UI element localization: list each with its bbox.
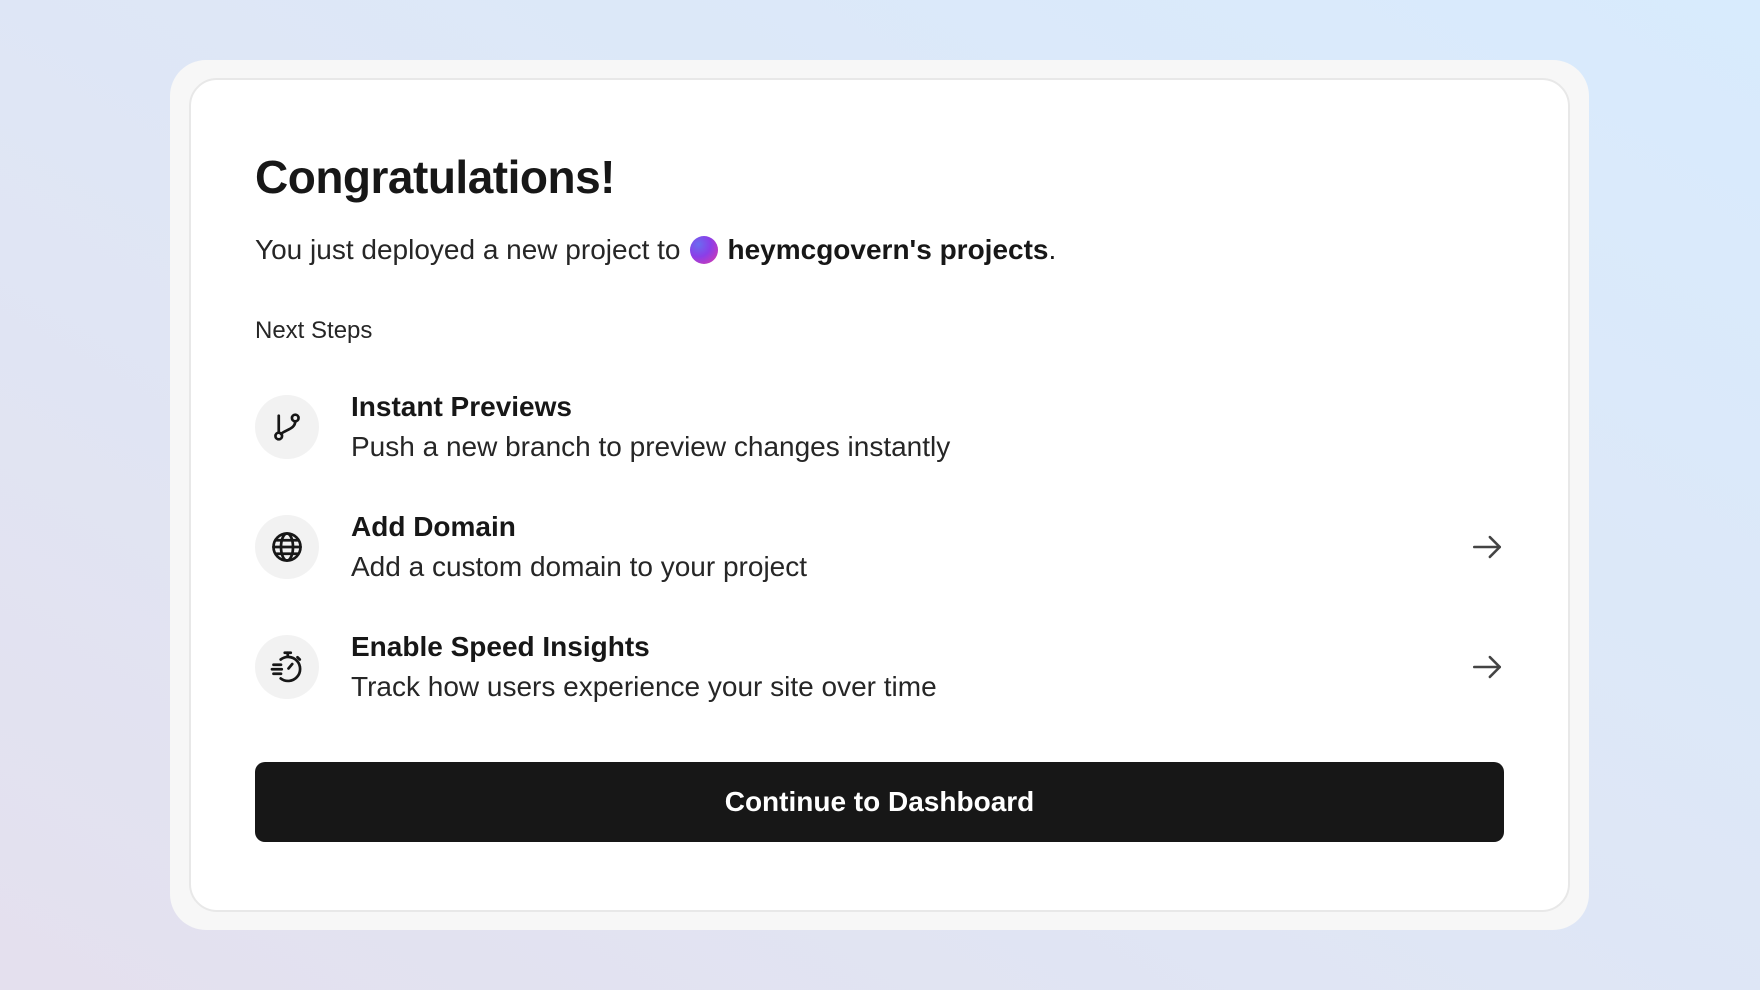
speed-stopwatch-icon [255, 635, 319, 699]
step-text: Instant Previews Push a new branch to pr… [351, 389, 950, 465]
step-title: Add Domain [351, 511, 516, 542]
git-branch-icon [255, 395, 319, 459]
step-description: Push a new branch to preview changes ins… [351, 431, 951, 462]
step-add-domain[interactable]: Add Domain Add a custom domain to your p… [255, 498, 1504, 596]
globe-icon [255, 515, 319, 579]
continue-to-dashboard-button[interactable]: Continue to Dashboard [255, 762, 1504, 842]
arrow-right-icon[interactable] [1470, 650, 1504, 684]
step-text: Enable Speed Insights Track how users ex… [351, 629, 937, 705]
step-instant-previews[interactable]: Instant Previews Push a new branch to pr… [255, 378, 1504, 476]
next-steps-heading: Next Steps [255, 317, 373, 344]
team-avatar [690, 236, 719, 264]
deploy-message: You just deployed a new project to heymc… [255, 232, 1504, 268]
arrow-right-icon[interactable] [1470, 530, 1504, 564]
modal-frame: Congratulations! You just deployed a new… [170, 60, 1589, 930]
next-steps-list: Instant Previews Push a new branch to pr… [255, 378, 1504, 716]
step-description: Add a custom domain to your project [351, 551, 808, 582]
team-name: heymcgovern's projects [727, 234, 1049, 265]
step-text: Add Domain Add a custom domain to your p… [351, 509, 807, 585]
deploy-message-suffix: . [1048, 234, 1057, 265]
step-description: Track how users experience your site ove… [351, 671, 937, 702]
page-title: Congratulations! [255, 151, 615, 203]
deploy-message-text: You just deployed a new project to [255, 234, 681, 265]
step-title: Enable Speed Insights [351, 631, 650, 662]
step-enable-speed-insights[interactable]: Enable Speed Insights Track how users ex… [255, 618, 1504, 716]
congratulations-card: Congratulations! You just deployed a new… [189, 78, 1570, 912]
step-title: Instant Previews [351, 391, 572, 422]
